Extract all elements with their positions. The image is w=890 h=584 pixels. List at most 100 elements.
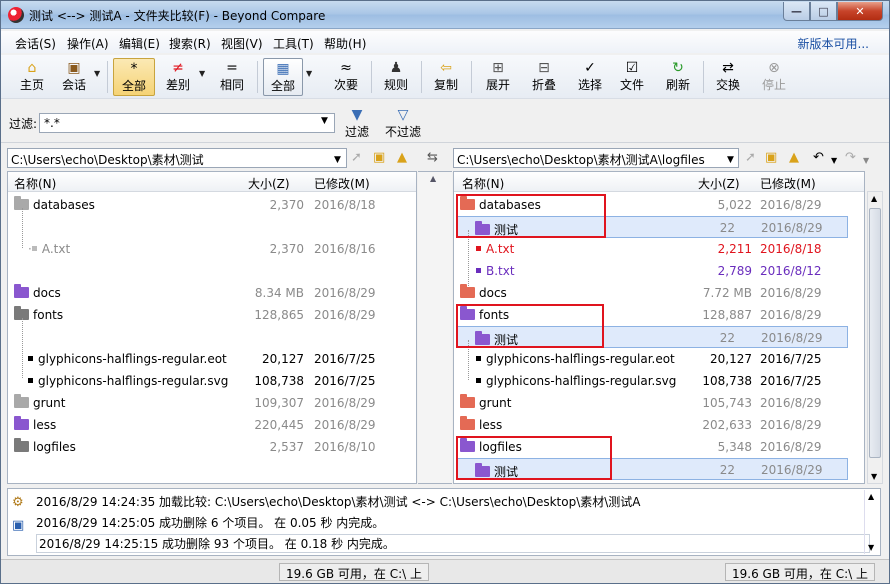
- scroll-down-icon[interactable]: ▼: [871, 472, 877, 481]
- log-panel: ⚙ ▣ 2016/8/29 14:24:35 加载比较: C:\Users\ec…: [7, 488, 881, 556]
- filter-button[interactable]: ▼ 过滤: [343, 105, 371, 143]
- table-row[interactable]: docs 8.34 MB 2016/8/29: [8, 282, 416, 304]
- home-icon: ⌂: [27, 60, 37, 76]
- left-path-dropdown-icon[interactable]: ▼: [334, 152, 341, 168]
- table-row[interactable]: logfiles 2,537 2016/8/10: [8, 436, 416, 458]
- all-files-dropdown-icon[interactable]: ▼: [306, 69, 312, 78]
- table-row[interactable]: glyphicons-halflings-regular.svg 108,738…: [454, 370, 864, 392]
- funnel-off-icon: ▽: [397, 107, 409, 123]
- left-size-header[interactable]: 大小(Z): [248, 175, 290, 192]
- home-button[interactable]: ⌂ 主页: [15, 58, 49, 96]
- show-diff-button[interactable]: ≠ 差别: [161, 58, 195, 96]
- close-button[interactable]: ✕: [837, 2, 883, 21]
- log-scroll-down-icon[interactable]: ▼: [868, 543, 874, 552]
- filter-bar: 过滤: ▼ ▼ 过滤 ▽ 不过滤: [1, 101, 889, 143]
- show-same-button[interactable]: = 相同: [215, 58, 249, 96]
- right-path-history-icon[interactable]: ➚: [745, 150, 756, 166]
- no-filter-button[interactable]: ▽ 不过滤: [383, 105, 423, 143]
- highlight-box: [456, 436, 612, 480]
- asterisk-icon: *: [130, 61, 138, 77]
- select-button[interactable]: ✓ 选择: [573, 58, 607, 96]
- gear-icon[interactable]: ⚙: [12, 495, 24, 510]
- table-row[interactable]: A.txt 2,211 2016/8/18: [454, 238, 864, 260]
- session-dropdown-icon[interactable]: ▼: [94, 69, 100, 78]
- right-up-folder-icon[interactable]: ▲: [789, 150, 799, 166]
- log-scrollbar[interactable]: ▲ ▼: [864, 490, 879, 554]
- menu-edit[interactable]: 编辑(E): [119, 35, 160, 52]
- table-row[interactable]: glyphicons-halflings-regular.svg 108,738…: [8, 370, 416, 392]
- copy-button[interactable]: ⇦ 复制: [429, 58, 463, 96]
- show-all-button[interactable]: * 全部: [113, 58, 155, 96]
- collapse-button[interactable]: ⊟ 折叠: [527, 58, 561, 96]
- log-line: 2016/8/29 14:25:05 成功删除 6 个项目。 在 0.05 秒 …: [36, 516, 385, 530]
- all-files-button[interactable]: ▦ 全部: [263, 58, 303, 96]
- right-modified-header[interactable]: 已修改(M): [760, 175, 816, 192]
- right-scrollbar[interactable]: ▲ ▼: [867, 191, 883, 484]
- highlight-box: [456, 194, 606, 238]
- menu-help[interactable]: 帮助(H): [324, 35, 366, 52]
- forward-dropdown-icon[interactable]: ▼: [863, 153, 869, 169]
- briefcase-icon: ▣: [67, 60, 81, 76]
- table-row[interactable]: grunt 109,307 2016/8/29: [8, 392, 416, 414]
- log-scroll-up-icon[interactable]: ▲: [868, 492, 874, 501]
- right-path-input[interactable]: C:\Users\echo\Desktop\素材\测试A\logfiles: [453, 148, 739, 168]
- expand-button[interactable]: ⊞ 展开: [481, 58, 515, 96]
- forward-icon[interactable]: ↷: [845, 150, 856, 166]
- table-row[interactable]: B.txt 2,789 2016/8/12: [454, 260, 864, 282]
- minor-button[interactable]: ≈ 次要: [329, 58, 363, 96]
- files-button[interactable]: ☑ 文件: [615, 58, 649, 96]
- filter-input[interactable]: [39, 113, 335, 133]
- right-folder-pane[interactable]: 名称(N) 大小(Z) 已修改(M) databases 5,022 2016/…: [453, 171, 865, 484]
- table-row[interactable]: less 202,633 2016/8/29: [454, 414, 864, 436]
- session-button[interactable]: ▣ 会话: [57, 58, 91, 96]
- left-up-folder-icon[interactable]: ▲: [397, 150, 407, 166]
- compare-gutter: ▲: [418, 171, 452, 484]
- table-row[interactable]: fonts 128,865 2016/8/29: [8, 304, 416, 326]
- filter-dropdown-icon[interactable]: ▼: [321, 116, 328, 126]
- menu-search[interactable]: 搜索(R): [169, 35, 211, 52]
- refresh-button[interactable]: ↻ 刷新: [661, 58, 695, 96]
- beyond-compare-window: 测试 <--> 测试A - 文件夹比较(F) - Beyond Compare …: [0, 0, 890, 584]
- menu-session[interactable]: 会话(S): [15, 35, 56, 52]
- swap-sides-icon[interactable]: ⇆: [427, 150, 438, 166]
- maximize-button[interactable]: □: [810, 2, 837, 21]
- left-name-header[interactable]: 名称(N): [14, 175, 56, 192]
- table-row[interactable]: glyphicons-halflings-regular.eot 20,127 …: [454, 348, 864, 370]
- right-path-dropdown-icon[interactable]: ▼: [727, 152, 734, 168]
- minimize-button[interactable]: —: [783, 2, 810, 21]
- right-browse-folder-icon[interactable]: ▣: [765, 150, 777, 166]
- rules-button[interactable]: ♟ 规则: [379, 58, 413, 96]
- scroll-thumb[interactable]: [869, 208, 881, 458]
- left-modified-header[interactable]: 已修改(M): [314, 175, 370, 192]
- right-column-header: 名称(N) 大小(Z) 已修改(M): [454, 172, 864, 192]
- table-row[interactable]: less 220,445 2016/8/29: [8, 414, 416, 436]
- new-version-link[interactable]: 新版本可用...: [798, 35, 869, 52]
- back-icon[interactable]: ↶: [813, 150, 824, 166]
- save-icon[interactable]: ▣: [12, 518, 24, 533]
- scroll-up-icon[interactable]: ▲: [871, 194, 877, 203]
- table-row[interactable]: databases 2,370 2016/8/18: [8, 194, 416, 216]
- right-size-header[interactable]: 大小(Z): [698, 175, 740, 192]
- stop-icon: ⊗: [768, 60, 780, 76]
- left-folder-pane[interactable]: 名称(N) 大小(Z) 已修改(M) databases 2,370 2016/…: [7, 171, 417, 484]
- swap-button[interactable]: ⇄ 交换: [711, 58, 745, 96]
- table-row[interactable]: docs 7.72 MB 2016/8/29: [454, 282, 864, 304]
- sort-arrow-icon: ▲: [430, 174, 437, 183]
- table-row[interactable]: grunt 105,743 2016/8/29: [454, 392, 864, 414]
- right-name-header[interactable]: 名称(N): [462, 175, 504, 192]
- file-icon: [476, 356, 481, 361]
- table-row[interactable]: glyphicons-halflings-regular.eot 20,127 …: [8, 348, 416, 370]
- menu-view[interactable]: 视图(V): [221, 35, 263, 52]
- left-browse-folder-icon[interactable]: ▣: [373, 150, 385, 166]
- diff-dropdown-icon[interactable]: ▼: [199, 69, 205, 78]
- menu-actions[interactable]: 操作(A): [67, 35, 109, 52]
- menu-tools[interactable]: 工具(T): [273, 35, 314, 52]
- file-icon: [476, 246, 481, 251]
- filter-label: 过滤:: [9, 117, 38, 131]
- left-path-input[interactable]: C:\Users\echo\Desktop\素材\测试: [7, 148, 347, 168]
- highlight-box: [456, 304, 604, 348]
- left-path-history-icon[interactable]: ➚: [351, 150, 362, 166]
- back-dropdown-icon[interactable]: ▼: [831, 153, 837, 169]
- stop-button[interactable]: ⊗ 停止: [757, 58, 791, 96]
- table-row[interactable]: · A.txt 2,370 2016/8/16: [8, 238, 416, 260]
